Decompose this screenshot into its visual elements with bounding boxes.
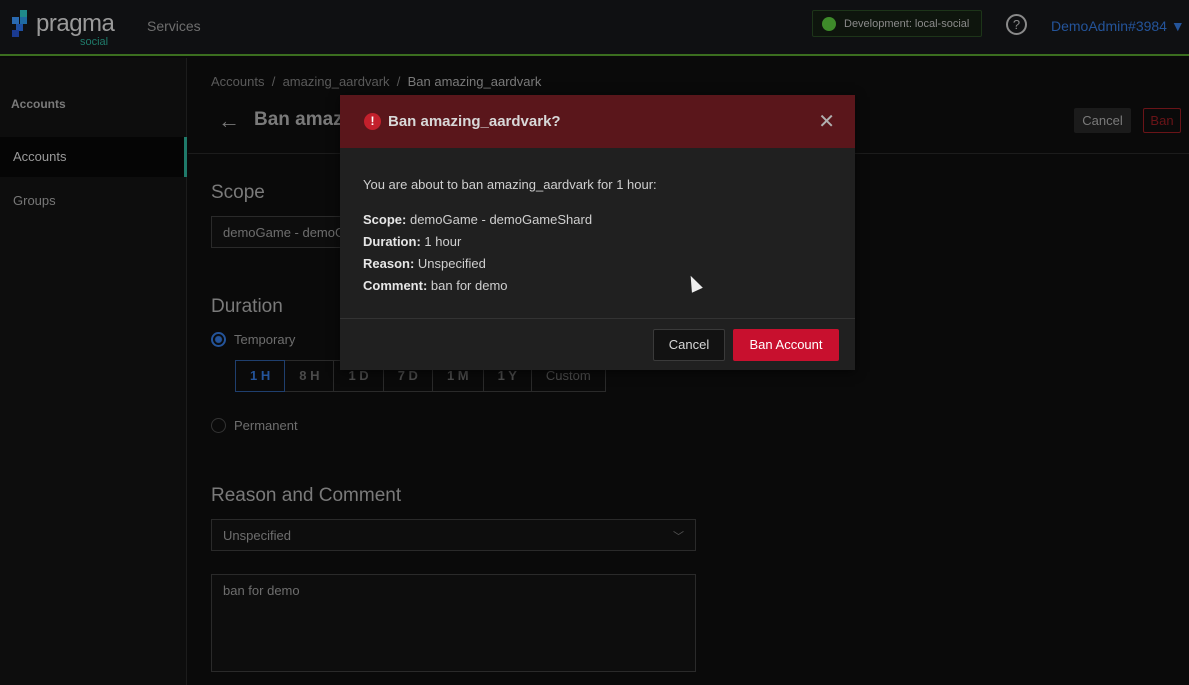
- environment-label: Development: local-social: [844, 17, 970, 30]
- summary-key: Scope:: [363, 212, 407, 227]
- breadcrumb-separator: /: [271, 74, 276, 89]
- ban-confirm-dialog: ! Ban amazing_aardvark? ✕ You are about …: [340, 95, 855, 370]
- summary-scope: Scope: demoGame - demoGameShard: [363, 211, 832, 228]
- sidebar-heading: Accounts: [11, 97, 66, 111]
- ban-button[interactable]: Ban: [1143, 108, 1181, 133]
- ban-account-button[interactable]: Ban Account: [733, 329, 839, 361]
- chevron-down-icon: ﹀: [673, 531, 684, 543]
- breadcrumb: Accounts / amazing_aardvark / Ban amazin…: [211, 74, 541, 89]
- back-arrow-icon[interactable]: ←: [218, 108, 240, 134]
- summary-key: Reason:: [363, 256, 415, 271]
- breadcrumb-separator: /: [396, 74, 401, 89]
- logo-mark-icon: [12, 10, 32, 37]
- status-dot-icon: [822, 16, 836, 31]
- cancel-button[interactable]: Cancel: [1074, 108, 1131, 133]
- duration-option-8h[interactable]: 8 H: [284, 360, 335, 392]
- summary-value: demoGame - demoGameShard: [409, 212, 593, 227]
- dialog-cancel-button[interactable]: Cancel: [653, 329, 725, 361]
- radio-unchecked-icon: [211, 418, 226, 433]
- breadcrumb-current: Ban amazing_aardvark: [407, 74, 542, 89]
- sidebar-item-groups[interactable]: Groups: [0, 181, 187, 221]
- summary-value: ban for demo: [430, 278, 508, 293]
- environment-badge: Development: local-social: [812, 10, 982, 37]
- summary-duration: Duration: 1 hour: [363, 233, 832, 250]
- scope-heading: Scope: [211, 182, 265, 203]
- top-bar: pragma social Services Development: loca…: [0, 0, 1189, 56]
- comment-textarea[interactable]: ban for demo: [211, 574, 696, 672]
- duration-option-1h[interactable]: 1 H: [235, 360, 286, 392]
- breadcrumb-account[interactable]: amazing_aardvark: [283, 74, 390, 89]
- summary-value: 1 hour: [424, 234, 462, 249]
- user-menu[interactable]: DemoAdmin#3984 ▼: [1051, 18, 1185, 34]
- radio-label: Permanent: [234, 418, 298, 433]
- alert-icon: !: [364, 113, 381, 130]
- summary-key: Comment:: [363, 278, 428, 293]
- radio-checked-icon: [211, 332, 226, 347]
- summary-value: Unspecified: [417, 256, 486, 271]
- dialog-body: You are about to ban amazing_aardvark fo…: [340, 148, 855, 319]
- radio-permanent[interactable]: Permanent: [211, 418, 298, 433]
- reason-select-value: Unspecified: [223, 528, 291, 543]
- logo-subtext: social: [80, 36, 109, 48]
- summary-key: Duration:: [363, 234, 421, 249]
- pragma-logo[interactable]: pragma social: [12, 8, 122, 48]
- radio-label: Temporary: [234, 332, 296, 347]
- reason-select[interactable]: Unspecified ﹀: [211, 519, 696, 551]
- summary-comment: Comment: ban for demo: [363, 277, 832, 294]
- sidebar-item-accounts[interactable]: Accounts: [0, 137, 187, 177]
- sidebar: Accounts Accounts Groups: [0, 58, 187, 685]
- dialog-header: ! Ban amazing_aardvark?: [340, 95, 855, 148]
- dialog-footer: Cancel Ban Account: [340, 319, 855, 370]
- dialog-intro: You are about to ban amazing_aardvark fo…: [363, 177, 657, 192]
- breadcrumb-accounts[interactable]: Accounts: [211, 74, 264, 89]
- close-icon[interactable]: ✕: [818, 109, 835, 134]
- reason-heading: Reason and Comment: [211, 485, 402, 506]
- nav-services[interactable]: Services: [147, 18, 201, 34]
- summary-reason: Reason: Unspecified: [363, 255, 832, 272]
- radio-temporary[interactable]: Temporary: [211, 332, 295, 347]
- dialog-title: Ban amazing_aardvark?: [388, 113, 561, 130]
- help-icon[interactable]: ?: [1006, 14, 1027, 35]
- logo-text: pragma: [36, 10, 115, 37]
- duration-heading: Duration: [211, 296, 283, 317]
